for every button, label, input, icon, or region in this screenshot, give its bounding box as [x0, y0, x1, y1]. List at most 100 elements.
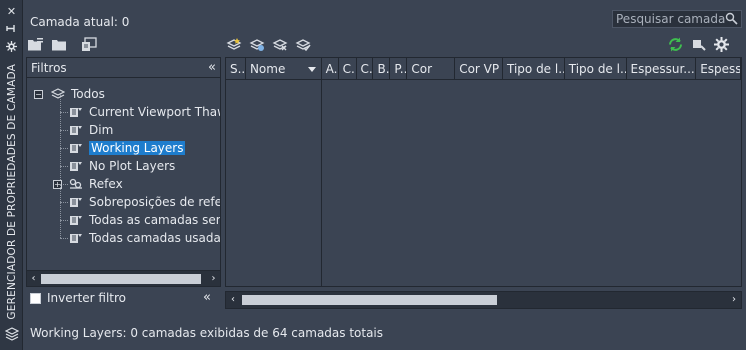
settings-icon[interactable]	[4, 41, 19, 55]
filter-icon	[69, 231, 83, 243]
tree-connector	[60, 94, 61, 112]
column-header-label: C..	[342, 62, 356, 76]
new-vp-frozen-layer-icon[interactable]	[249, 36, 266, 53]
column-header-label: Cor VP	[459, 62, 500, 76]
collapse-panel-icon[interactable]: «	[203, 289, 211, 307]
filter-tree-label: Sobreposições de refex	[89, 195, 220, 209]
column-header[interactable]: C..	[339, 58, 357, 80]
column-header[interactable]: Espess	[696, 58, 741, 80]
checkbox-box[interactable]	[30, 292, 41, 304]
xref-filter-icon	[69, 177, 83, 189]
column-header[interactable]: Tipo de l...	[503, 58, 565, 80]
tree-connector	[60, 130, 61, 148]
filter-header-label: Filtros	[31, 61, 67, 75]
tree-connector	[60, 130, 68, 131]
collapse-icon[interactable]: −	[34, 90, 43, 99]
filter-tree-label: No Plot Layers	[89, 159, 176, 173]
layer-toolbar	[226, 36, 312, 53]
right-toolbar	[667, 36, 730, 53]
filter-tree-label: Refex	[89, 177, 123, 191]
tree-connector	[60, 112, 68, 113]
tree-connector	[60, 238, 68, 239]
filter-tree-label: Dim	[89, 123, 114, 137]
column-header-label: B..	[377, 62, 390, 76]
scroll-right-icon[interactable]: ›	[207, 271, 220, 287]
column-header-label: S..	[230, 62, 246, 76]
delete-layer-icon[interactable]	[272, 36, 289, 53]
filter-tree-item[interactable]: No Plot Layers	[69, 157, 175, 175]
pin-icon[interactable]	[4, 23, 19, 37]
filter-tree: Todos − Current Viewport Thawed Dim Working …	[27, 79, 220, 269]
column-header[interactable]: P..	[390, 58, 408, 80]
scroll-left-icon[interactable]: ‹	[226, 292, 240, 308]
layer-settings-icon[interactable]	[690, 36, 707, 53]
scroll-thumb[interactable]	[41, 274, 201, 284]
column-header-label: Tipo de l...	[568, 62, 627, 76]
filter-tree-item[interactable]: Working Layers	[69, 139, 186, 157]
scroll-thumb[interactable]	[242, 295, 497, 305]
column-header-label: Tipo de l...	[507, 62, 565, 76]
search-input[interactable]: Pesquisar camada	[612, 10, 742, 28]
layer-stack-icon[interactable]	[4, 327, 20, 341]
sort-descending-icon	[307, 67, 316, 72]
tree-connector	[60, 184, 61, 202]
gear-icon[interactable]	[713, 36, 730, 53]
search-icon[interactable]	[725, 12, 738, 25]
filter-tree-label: Current Viewport Thawed	[89, 105, 220, 119]
filter-tree-item[interactable]: Sobreposições de refex	[69, 193, 220, 211]
grid-header: S..Nome A.. C.. C.. B.. P..Cor Cor VP Tipo de l…	[226, 58, 741, 80]
layers-icon	[50, 87, 66, 99]
filter-tree-item[interactable]: Refex	[69, 175, 123, 193]
filter-tree-label: Working Layers	[89, 141, 186, 155]
collapse-filter-icon[interactable]: «	[208, 58, 216, 78]
column-header-label: A..	[325, 62, 338, 76]
current-layer-label: Camada atual: 0	[30, 15, 130, 29]
column-header[interactable]: A..	[322, 58, 339, 80]
filter-hscrollbar[interactable]: ‹ ›	[27, 270, 220, 286]
filter-icon	[69, 141, 83, 153]
column-header[interactable]: Tipo de l...	[565, 58, 627, 80]
set-current-icon[interactable]	[295, 36, 312, 53]
column-header-label: P..	[394, 62, 408, 76]
new-group-filter-icon[interactable]	[51, 36, 68, 53]
filter-tree-item[interactable]: Current Viewport Thawed	[69, 103, 220, 121]
filter-tree-item[interactable]: Dim	[69, 121, 113, 139]
tree-connector	[60, 220, 61, 238]
search-placeholder: Pesquisar camada	[616, 12, 726, 26]
column-header-label: C..	[360, 62, 373, 76]
new-layer-icon[interactable]	[226, 36, 243, 53]
tree-connector	[60, 202, 61, 220]
tree-connector	[60, 220, 68, 221]
column-header-label: Espessur...	[630, 62, 695, 76]
invert-filter-checkbox[interactable]: Inverter filtro	[30, 289, 126, 307]
scroll-right-icon[interactable]: ›	[727, 292, 741, 308]
tree-connector	[60, 202, 68, 203]
tree-connector	[60, 112, 61, 130]
new-property-filter-icon[interactable]	[27, 36, 44, 53]
column-header[interactable]: S..	[226, 58, 246, 80]
status-bar-text: Working Layers: 0 camadas exibidas de 64…	[30, 326, 384, 340]
column-divider	[321, 80, 322, 286]
layer-grid: S..Nome A.. C.. C.. B.. P..Cor Cor VP Tipo de l…	[225, 57, 742, 287]
palette-sidebar: ✕ GERENCIADOR DE PROPRIEDADES DE CAMADA	[0, 0, 23, 350]
filter-tree-label: Todas camadas usadas	[89, 231, 220, 245]
refresh-icon[interactable]	[667, 36, 684, 53]
filter-panel-header: Filtros «	[27, 58, 220, 78]
grid-hscrollbar[interactable]: ‹ ›	[225, 291, 742, 309]
column-header[interactable]: Nome	[246, 58, 322, 80]
column-header[interactable]: Cor	[407, 58, 456, 80]
filter-tree-label: Todos	[71, 87, 105, 101]
column-header[interactable]: B..	[373, 58, 391, 80]
filter-icon	[69, 105, 83, 117]
filter-tree-item[interactable]: Todas camadas usadas	[69, 229, 220, 247]
filter-tree-item[interactable]: Todas as camadas sem Xr	[69, 211, 220, 229]
layer-states-manager-icon[interactable]	[81, 36, 98, 53]
close-icon[interactable]: ✕	[4, 5, 19, 19]
filter-icon	[69, 213, 83, 225]
column-header[interactable]: C..	[357, 58, 374, 80]
scroll-left-icon[interactable]: ‹	[27, 271, 40, 287]
column-header-label: Espess	[700, 62, 742, 76]
column-header[interactable]: Cor VP	[455, 58, 503, 80]
tree-connector	[60, 148, 68, 149]
column-header[interactable]: Espessur...	[627, 58, 697, 80]
